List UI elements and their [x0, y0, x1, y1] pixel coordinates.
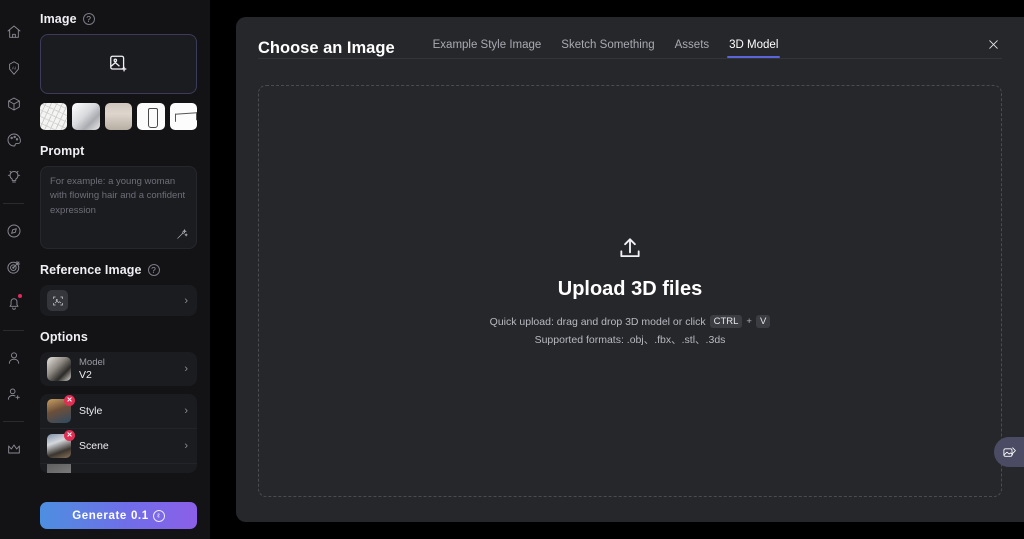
options-list-group: ✕ Style › ✕ Scene ›	[40, 394, 197, 473]
notification-badge	[18, 294, 22, 298]
scene-thumbnail: ✕	[47, 430, 75, 458]
scene-remove-badge[interactable]: ✕	[64, 430, 75, 441]
image-section-label: Image	[40, 12, 77, 26]
cube-3d-icon[interactable]	[0, 86, 27, 122]
compass-icon[interactable]	[0, 213, 27, 249]
thumbnail-sketch[interactable]	[40, 103, 68, 130]
upload-hint-line: Quick upload: drag and drop 3D model or …	[490, 315, 771, 328]
share-image-icon	[1002, 446, 1016, 457]
thumbnail-drone[interactable]	[169, 103, 198, 130]
palette-icon[interactable]	[0, 122, 27, 158]
options-section-title: Options	[40, 330, 197, 344]
reference-section-label: Reference Image	[40, 263, 142, 277]
option-row-partial[interactable]	[40, 463, 197, 473]
options-model-group: Model V2 ›	[40, 352, 197, 386]
reference-help-icon[interactable]: ?	[147, 264, 160, 276]
svg-text:AI: AI	[11, 66, 15, 71]
choose-image-modal: Choose an Image Example Style Image Sket…	[236, 17, 1024, 522]
model-thumbnail	[47, 357, 71, 381]
upload-title: Upload 3D files	[557, 278, 703, 300]
credit-coin-icon	[152, 509, 165, 522]
user-icon[interactable]	[0, 340, 27, 376]
rail-divider-2	[3, 330, 24, 331]
home-icon[interactable]	[0, 14, 27, 50]
style-chevron-icon: ›	[184, 405, 188, 417]
add-user-icon[interactable]	[0, 376, 27, 412]
rail-divider-3	[3, 421, 24, 422]
rail-group-upgrade	[0, 431, 27, 467]
image-section-title: Image ?	[40, 12, 197, 26]
rail-divider-1	[3, 203, 24, 204]
option-row-style[interactable]: ✕ Style ›	[40, 394, 197, 428]
crown-icon[interactable]	[0, 431, 27, 467]
thumbnail-bottle[interactable]	[137, 103, 165, 130]
image-upload-dropzone[interactable]	[40, 34, 197, 94]
app-root: AI Image ? Prompt For example: a young w…	[0, 0, 1024, 539]
thumbnail-room[interactable]	[104, 103, 133, 130]
generate-button[interactable]: Generate 0.1	[40, 502, 197, 529]
tab-sketch-something[interactable]: Sketch Something	[551, 39, 664, 58]
thumbnail-white-object[interactable]	[72, 103, 100, 130]
tab-assets[interactable]: Assets	[665, 39, 720, 58]
style-remove-badge[interactable]: ✕	[64, 395, 75, 406]
image-help-icon[interactable]: ?	[82, 13, 95, 25]
options-section-label: Options	[40, 330, 88, 344]
model-value: V2	[79, 369, 92, 381]
prompt-input[interactable]: For example: a young woman with flowing …	[40, 166, 197, 249]
upload-formats: Supported formats: .obj、.fbx、.stl、.3ds	[534, 334, 726, 346]
left-settings-panel: Image ? Prompt For example: a young woma…	[27, 0, 210, 539]
scene-chevron-icon: ›	[184, 440, 188, 452]
modal-header-divider	[258, 58, 1002, 59]
ai-icon[interactable]: AI	[0, 50, 27, 86]
reference-image-icon	[47, 290, 68, 311]
tab-example-style-image[interactable]: Example Style Image	[423, 39, 552, 58]
add-image-icon	[109, 55, 126, 72]
generate-cost: 0.1	[130, 509, 149, 522]
model-label: Model	[79, 357, 105, 368]
modal-header: Choose an Image Example Style Image Sket…	[236, 17, 1024, 58]
rail-group-secondary	[0, 213, 27, 321]
magic-wand-icon[interactable]	[175, 228, 188, 241]
modal-title: Choose an Image	[258, 39, 395, 57]
option-row-scene[interactable]: ✕ Scene ›	[40, 428, 197, 463]
left-icon-rail: AI	[0, 0, 27, 539]
scene-label: Scene	[79, 440, 109, 452]
modal-tabs: Example Style Image Sketch Something Ass…	[423, 39, 789, 58]
target-icon[interactable]	[0, 249, 27, 285]
reference-section-title: Reference Image ?	[40, 263, 197, 277]
reference-chevron-icon: ›	[184, 294, 188, 307]
prompt-placeholder: For example: a young woman with flowing …	[50, 176, 186, 216]
prompt-section-label: Prompt	[40, 144, 85, 158]
model-chevron-icon: ›	[184, 363, 188, 375]
close-icon[interactable]	[984, 35, 1002, 53]
lightbulb-icon[interactable]	[0, 158, 27, 194]
kbd-plus: +	[746, 316, 752, 327]
reference-image-row[interactable]: ›	[40, 285, 197, 316]
style-label: Style	[79, 405, 103, 417]
share-image-fab[interactable]	[994, 437, 1024, 467]
generate-label: Generate	[72, 509, 127, 522]
model-text: Model V2	[79, 357, 105, 381]
upload-hint-text: Quick upload: drag and drop 3D model or …	[489, 315, 706, 328]
rail-group-primary: AI	[0, 14, 27, 194]
upload-3d-dropzone[interactable]: Upload 3D files Quick upload: drag and d…	[258, 85, 1002, 497]
partial-thumbnail	[47, 464, 71, 473]
tab-3d-model[interactable]: 3D Model	[719, 39, 788, 58]
bell-icon[interactable]	[0, 285, 27, 321]
image-thumbnail-strip	[40, 103, 198, 130]
option-row-model[interactable]: Model V2 ›	[40, 352, 197, 386]
generate-button-wrap: Generate 0.1	[40, 502, 197, 529]
kbd-ctrl: CTRL	[709, 315, 743, 328]
kbd-v: V	[755, 315, 771, 328]
rail-group-account	[0, 340, 27, 412]
upload-icon	[617, 235, 643, 266]
prompt-section-title: Prompt	[40, 144, 197, 158]
style-thumbnail: ✕	[47, 395, 75, 423]
